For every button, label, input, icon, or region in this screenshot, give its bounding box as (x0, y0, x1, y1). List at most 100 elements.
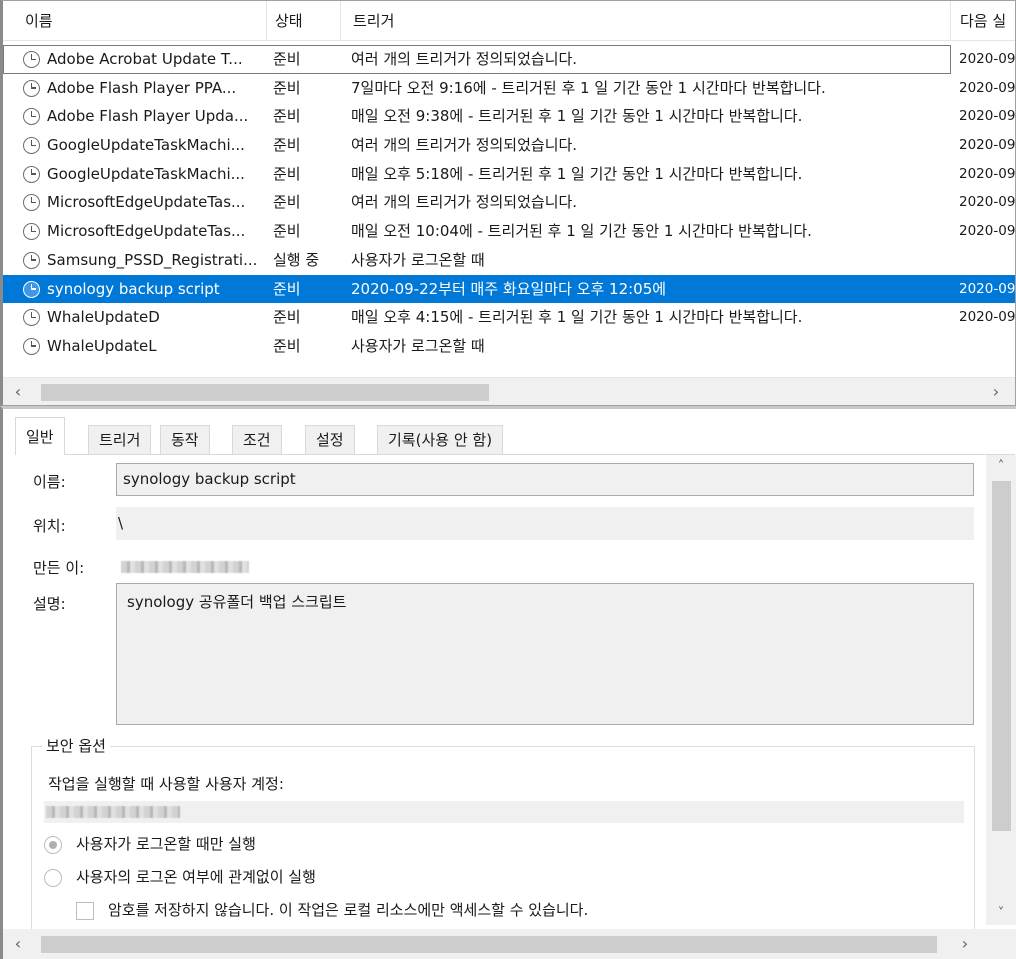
task-next-run: 2020-09 (959, 194, 1016, 211)
location-field[interactable]: \ (116, 507, 974, 540)
run-any-label: 사용자의 로그온 여부에 관계없이 실행 (76, 868, 316, 886)
task-name: synology backup script (47, 279, 220, 298)
clock-icon (23, 223, 40, 241)
table-row[interactable]: WhaleUpdateD 준비 매일 오후 4:15에 - 트리거된 후 1 일… (3, 303, 1015, 332)
column-header-status[interactable]: 상태 (267, 1, 341, 41)
clock-icon (23, 337, 40, 355)
task-name: Adobe Flash Player Upda... (47, 107, 249, 126)
name-label: 이름: (33, 473, 66, 491)
task-trigger: 여러 개의 트리거가 정의되었습니다. (351, 50, 578, 68)
task-status: 준비 (273, 136, 301, 155)
task-trigger: 7일마다 오전 9:16에 - 트리거된 후 1 일 기간 동안 1 시간마다 … (351, 78, 826, 97)
task-next-run: 2020-09 (959, 223, 1016, 240)
column-header-next-run[interactable]: 다음 실 (951, 1, 1015, 41)
scroll-left-icon[interactable]: ‹ (7, 381, 29, 403)
scrollbar-thumb[interactable] (41, 384, 489, 401)
clock-icon (23, 51, 40, 68)
clock-icon (23, 194, 40, 212)
scroll-left-icon[interactable]: ‹ (7, 933, 29, 955)
table-row[interactable]: GoogleUpdateTaskMachi... 준비 여러 개의 트리거가 정… (3, 131, 1015, 160)
table-row[interactable]: Samsung_PSSD_Registrati... 실행 중 사용자가 로그온… (3, 246, 1015, 275)
author-label: 만든 이: (33, 559, 85, 577)
task-next-run: 2020-09 (959, 51, 1016, 67)
scrollbar-thumb[interactable] (41, 936, 937, 953)
name-field[interactable]: synology backup script (116, 463, 974, 496)
task-next-run: 2020-09 (959, 165, 1016, 182)
task-status: 준비 (273, 50, 301, 68)
task-rows: Adobe Acrobat Update T... 준비 여러 개의 트리거가 … (3, 45, 1015, 361)
description-field[interactable]: synology 공유폴더 백업 스크립트 (116, 583, 974, 725)
task-trigger: 매일 오후 4:15에 - 트리거된 후 1 일 기간 동안 1 시간마다 반복… (351, 308, 803, 327)
tab-history[interactable]: 기록(사용 안 함) (377, 425, 504, 455)
no-password-checkbox[interactable] (76, 902, 94, 920)
run-logged-on-radio[interactable] (44, 836, 62, 854)
scroll-right-icon[interactable]: › (985, 381, 1007, 403)
task-trigger: 매일 오전 9:38에 - 트리거된 후 1 일 기간 동안 1 시간마다 반복… (351, 107, 803, 126)
tab-divider (15, 454, 1015, 455)
task-status: 준비 (273, 222, 301, 241)
table-row-selected[interactable]: synology backup script 준비 2020-09-22부터 매… (3, 274, 1016, 304)
run-logged-on-label: 사용자가 로그온할 때만 실행 (76, 835, 256, 853)
task-status: 준비 (273, 78, 301, 97)
clock-icon (23, 251, 40, 269)
task-trigger: 여러 개의 트리거가 정의되었습니다. (351, 193, 578, 212)
task-next-run: 2020-09 (959, 309, 1016, 326)
task-trigger: 매일 오후 5:18에 - 트리거된 후 1 일 기간 동안 1 시간마다 반복… (351, 164, 803, 183)
tab-general[interactable]: 일반 (15, 417, 65, 455)
detail-vertical-scrollbar[interactable]: ˄ ˅ (986, 455, 1016, 925)
run-any-radio[interactable] (44, 869, 62, 887)
tab-settings[interactable]: 설정 (305, 425, 355, 455)
task-list[interactable]: 이름 상태 트리거 다음 실 Adobe Acrobat Update T...… (0, 0, 1016, 406)
scroll-down-icon[interactable]: ˅ (991, 906, 1011, 921)
task-list-header: 이름 상태 트리거 다음 실 (3, 1, 1015, 41)
account-label: 작업을 실행할 때 사용할 사용자 계정: (48, 775, 284, 793)
task-detail-panel: 일반 트리거 동작 조건 설정 기록(사용 안 함) 이름: synology … (0, 406, 1016, 959)
task-name: MicrosoftEdgeUpdateTas... (47, 222, 246, 241)
task-name: MicrosoftEdgeUpdateTas... (47, 193, 246, 212)
tab-triggers[interactable]: 트리거 (88, 425, 152, 455)
security-options-group: 보안 옵션 작업을 실행할 때 사용할 사용자 계정: 사용자가 로그온할 때만… (31, 735, 975, 946)
task-status: 실행 중 (273, 250, 320, 269)
task-status: 준비 (273, 308, 301, 327)
scroll-right-icon[interactable]: › (954, 933, 976, 955)
task-name: Adobe Flash Player PPA... (47, 78, 237, 97)
scroll-up-icon[interactable]: ˄ (991, 459, 1011, 474)
no-password-label: 암호를 저장하지 않습니다. 이 작업은 로컬 리소스에만 액세스할 수 있습니… (108, 901, 589, 919)
task-name: WhaleUpdateL (47, 336, 157, 355)
location-label: 위치: (33, 517, 66, 535)
column-header-trigger[interactable]: 트리거 (341, 1, 951, 41)
table-row[interactable]: WhaleUpdateL 준비 사용자가 로그온할 때 (3, 332, 1015, 361)
task-name: WhaleUpdateD (47, 308, 160, 327)
account-field[interactable] (44, 801, 964, 823)
task-status: 준비 (273, 164, 301, 183)
task-trigger: 사용자가 로그온할 때 (351, 250, 485, 269)
description-label: 설명: (33, 595, 66, 613)
author-value-redacted (121, 561, 249, 573)
clock-icon (23, 108, 40, 126)
task-trigger: 여러 개의 트리거가 정의되었습니다. (351, 136, 578, 155)
task-list-horizontal-scrollbar[interactable]: ‹ › (3, 377, 1015, 405)
task-status: 준비 (273, 107, 301, 126)
tab-actions[interactable]: 동작 (160, 425, 210, 455)
task-next-run: 2020-09 (959, 79, 1016, 96)
table-row[interactable]: Adobe Flash Player Upda... 준비 매일 오전 9:38… (3, 102, 1015, 131)
task-status: 준비 (273, 193, 301, 212)
task-trigger: 사용자가 로그온할 때 (351, 336, 485, 355)
table-row[interactable]: GoogleUpdateTaskMachi... 준비 매일 오후 5:18에 … (3, 160, 1015, 189)
clock-icon (23, 137, 40, 155)
clock-icon (23, 309, 40, 327)
task-name: Adobe Acrobat Update T... (47, 50, 243, 68)
account-value-redacted (46, 806, 180, 818)
table-row[interactable]: Adobe Acrobat Update T... 준비 여러 개의 트리거가 … (3, 45, 1015, 74)
task-next-run: 2020-09 (959, 280, 1016, 297)
scrollbar-thumb[interactable] (992, 481, 1011, 831)
clock-icon (23, 280, 40, 298)
detail-horizontal-scrollbar[interactable]: ‹ › (3, 929, 1016, 959)
table-row[interactable]: Adobe Flash Player PPA... 준비 7일마다 오전 9:1… (3, 74, 1015, 103)
table-row[interactable]: MicrosoftEdgeUpdateTas... 준비 매일 오전 10:04… (3, 217, 1015, 246)
task-next-run: 2020-09 (959, 137, 1016, 154)
column-header-name[interactable]: 이름 (3, 1, 267, 41)
table-row[interactable]: MicrosoftEdgeUpdateTas... 준비 여러 개의 트리거가 … (3, 188, 1015, 217)
tab-conditions[interactable]: 조건 (232, 425, 282, 455)
clock-icon (23, 165, 40, 183)
